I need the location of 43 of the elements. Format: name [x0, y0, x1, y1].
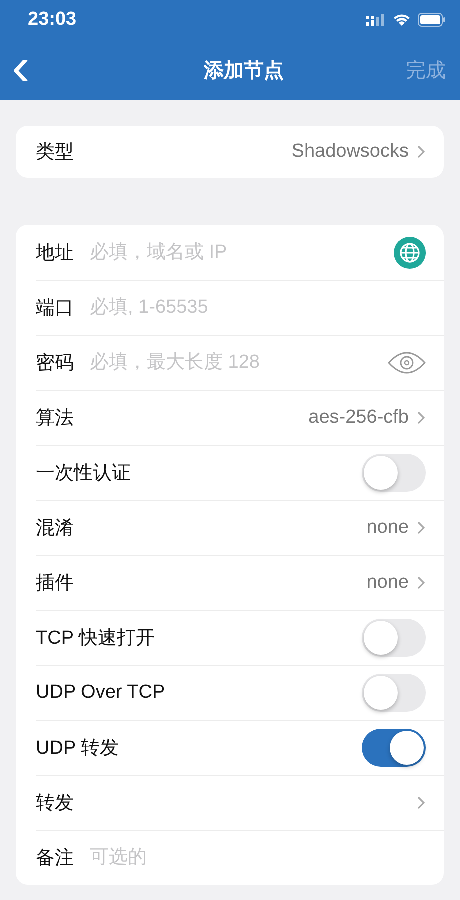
toggle-switch[interactable]	[362, 729, 426, 767]
chevron-icon	[417, 796, 426, 810]
row-label: 类型	[36, 141, 74, 165]
signal-icon	[366, 13, 386, 27]
toggle-switch[interactable]	[362, 454, 426, 492]
chevron-icon	[417, 411, 426, 425]
row-label: 插件	[36, 572, 74, 596]
back-button[interactable]: ‹	[12, 45, 52, 89]
row-label: 地址	[36, 242, 74, 266]
select-row[interactable]: 混淆 none	[16, 500, 444, 555]
select-row[interactable]: 插件 none	[16, 555, 444, 610]
row-value: none	[366, 517, 409, 539]
page-title: 添加节点	[202, 58, 285, 84]
row-value: Shadowsocks	[292, 141, 409, 163]
select-row[interactable]: 转发	[16, 775, 444, 830]
battery-icon	[418, 13, 446, 27]
row-label: 混淆	[36, 517, 74, 541]
toggle-switch[interactable]	[362, 619, 426, 657]
chevron-icon	[417, 145, 426, 159]
chevron-icon	[417, 521, 426, 535]
row-label: 一次性认证	[36, 462, 131, 486]
row-label: 转发	[36, 792, 74, 816]
wifi-icon	[393, 13, 411, 27]
row-label: 备注	[36, 847, 74, 871]
row-label: 算法	[36, 407, 74, 431]
input-field[interactable]: 必填，最大长度 128	[90, 352, 378, 374]
chevron-icon	[417, 576, 426, 590]
row-value: aes-256-cfb	[308, 407, 409, 429]
row-label: TCP 快速打开	[36, 627, 155, 651]
eye-icon[interactable]	[388, 351, 426, 375]
input-field[interactable]: 可选的	[90, 847, 426, 869]
globe-icon[interactable]	[394, 236, 426, 268]
row-label: UDP Over TCP	[36, 682, 166, 704]
row-label: 端口	[36, 297, 74, 321]
input-field[interactable]: 必填，域名或 IP	[90, 242, 384, 264]
input-field[interactable]: 必填, 1-65535	[90, 297, 426, 319]
row-value: none	[366, 572, 409, 594]
row-label: 密码	[36, 352, 74, 376]
row-label: UDP 转发	[36, 737, 120, 761]
status-time: 23:03	[28, 9, 77, 31]
toggle-switch[interactable]	[362, 674, 426, 712]
select-row[interactable]: 类型 Shadowsocks	[16, 126, 444, 178]
select-row[interactable]: 算法 aes-256-cfb	[16, 390, 444, 445]
